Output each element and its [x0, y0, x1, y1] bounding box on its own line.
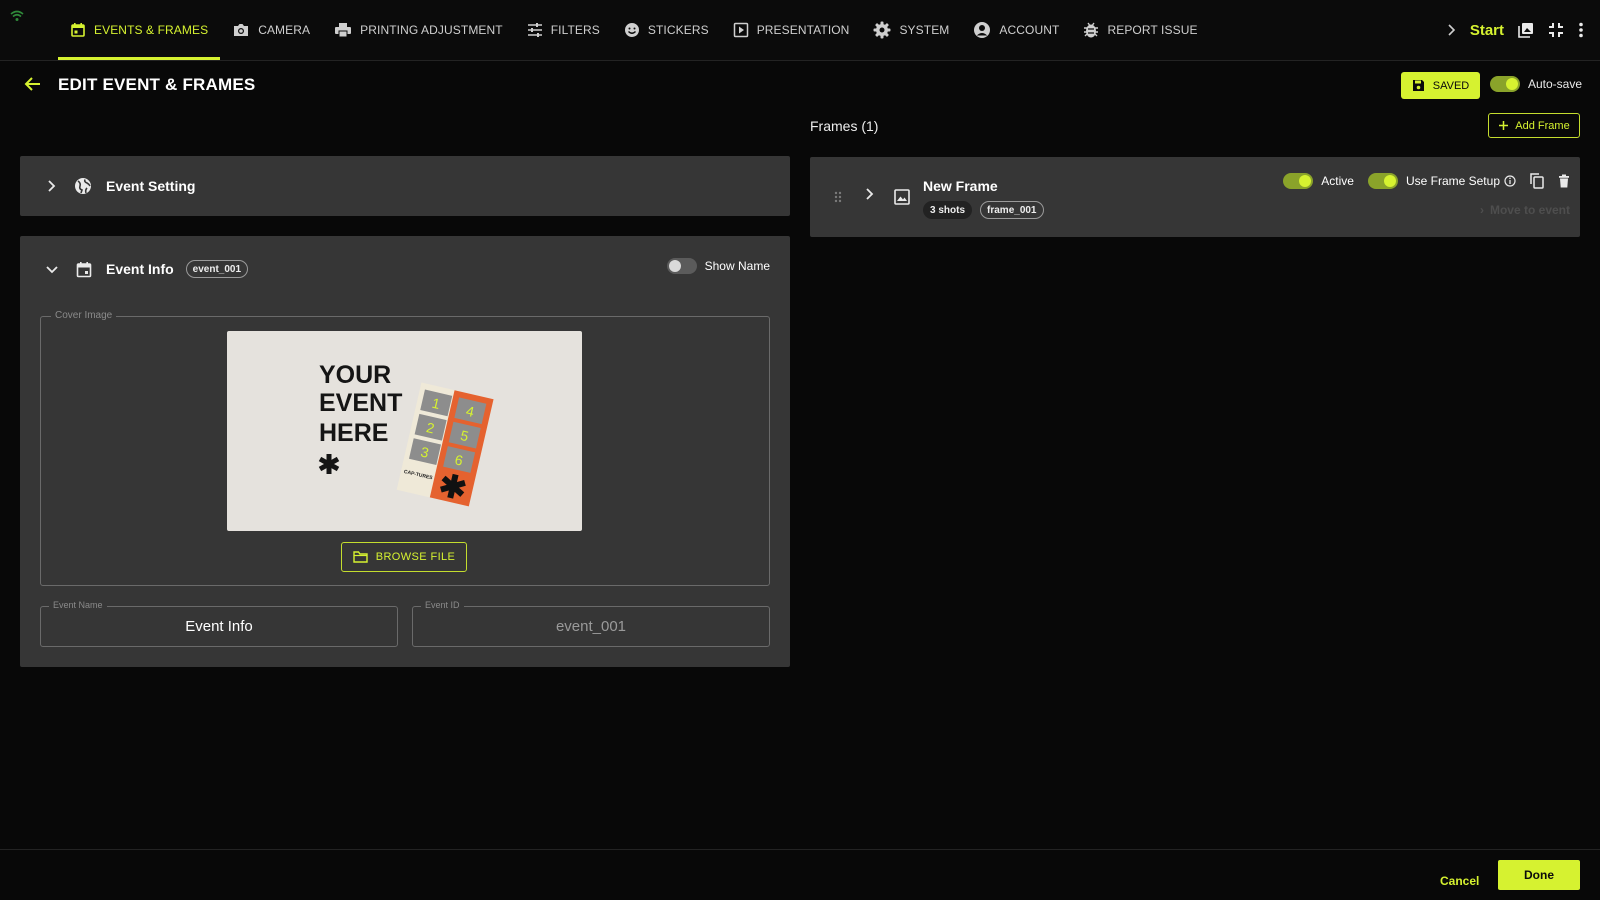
chevron-right-icon[interactable] — [46, 180, 56, 192]
cover-text-line: EVENT — [319, 389, 402, 417]
move-to-event-button[interactable]: › Move to event — [1480, 203, 1570, 217]
browse-file-label: BROWSE FILE — [375, 551, 456, 563]
tab-printing-adjustment[interactable]: PRINTING ADJUSTMENT — [322, 0, 515, 60]
event-info-panel: Event Info event_001 Show Name Cover Ima… — [20, 236, 790, 667]
move-to-event-label: Move to event — [1489, 203, 1570, 217]
sliders-icon — [527, 22, 543, 38]
frame-id-chip: frame_001 — [980, 201, 1044, 219]
saved-button[interactable]: SAVED — [1401, 72, 1480, 99]
tab-label: ACCOUNT — [999, 23, 1060, 37]
tab-label: REPORT ISSUE — [1107, 23, 1198, 37]
toggle-switch[interactable] — [1490, 76, 1520, 92]
camera-icon — [232, 22, 250, 38]
more-vert-icon[interactable] — [1578, 22, 1584, 38]
image-icon — [894, 189, 910, 205]
event-id-label: Event ID — [421, 600, 464, 610]
tab-label: STICKERS — [647, 23, 709, 37]
tab-label: CAMERA — [258, 23, 311, 37]
tab-label: EVENTS & FRAMES — [94, 23, 209, 37]
frame-name: New Frame — [923, 178, 998, 194]
show-name-label: Show Name — [704, 259, 770, 273]
exit-fullscreen-icon[interactable] — [1548, 22, 1564, 38]
tab-label: SYSTEM — [899, 23, 950, 37]
info-icon[interactable] — [1504, 175, 1516, 187]
delete-icon[interactable] — [1558, 174, 1570, 188]
drag-handle-icon[interactable] — [834, 191, 842, 203]
frames-title: Frames (1) — [810, 118, 879, 134]
printer-icon — [334, 22, 352, 38]
page-title: EDIT EVENT & FRAMES — [58, 75, 256, 94]
start-button[interactable]: Start — [1470, 22, 1504, 39]
show-name-toggle[interactable]: Show Name — [666, 258, 770, 274]
add-frame-label: Add Frame — [1515, 119, 1570, 132]
event-id-field[interactable]: Event ID event_001 — [412, 600, 770, 647]
browse-file-button[interactable]: BROWSE FILE — [341, 542, 467, 572]
cover-image-fieldset: Cover Image YOUR EVENT HERE 1 2 3 4 5 6 … — [40, 310, 770, 586]
back-arrow-icon[interactable] — [24, 75, 42, 93]
photo-strip-illustration: 1 2 3 4 5 6 CAP-TURES — [396, 382, 494, 507]
folder-icon — [353, 551, 368, 563]
bottom-action-bar: Cancel Done — [0, 849, 1600, 900]
cover-text-line: YOUR — [319, 361, 391, 389]
done-button[interactable]: Done — [1498, 860, 1580, 890]
shots-chip: 3 shots — [923, 201, 973, 219]
plus-icon — [1498, 120, 1509, 131]
account-icon — [973, 21, 991, 39]
calendar-icon — [76, 261, 92, 278]
event-name-field[interactable]: Event Name Event Info — [40, 600, 398, 647]
tab-label: FILTERS — [550, 23, 600, 37]
gallery-icon[interactable] — [1518, 22, 1534, 38]
tab-label: PRESENTATION — [756, 23, 850, 37]
chevron-right-icon: › — [1479, 203, 1484, 217]
event-setting-label: Event Setting — [106, 178, 196, 194]
add-frame-button[interactable]: Add Frame — [1488, 113, 1580, 138]
autosave-label: Auto-save — [1528, 77, 1583, 91]
tab-report-issue[interactable]: REPORT ISSUE — [1071, 0, 1209, 60]
cover-image-preview: YOUR EVENT HERE 1 2 3 4 5 6 CAP-TURES — [227, 331, 582, 531]
chevron-right-icon[interactable] — [1446, 24, 1456, 36]
calendar-icon — [70, 22, 86, 38]
toggle-switch[interactable] — [666, 258, 697, 274]
chevron-right-icon[interactable] — [864, 188, 874, 200]
event-id-value: event_001 — [555, 618, 627, 635]
event-id-chip: event_001 — [185, 260, 249, 278]
tab-stickers[interactable]: STICKERS — [612, 0, 721, 60]
wifi-icon — [10, 10, 24, 22]
asterisk-icon — [318, 454, 340, 474]
frame-card[interactable]: New Frame 3 shots frame_001 Active Use F… — [810, 157, 1580, 237]
smiley-icon — [624, 22, 640, 38]
event-name-label: Event Name — [49, 600, 107, 610]
cover-text-line: HERE — [319, 419, 388, 447]
use-frame-setup-label: Use Frame Setup — [1405, 174, 1500, 188]
gear-icon — [873, 21, 891, 39]
cover-image-label: Cover Image — [51, 310, 117, 321]
copy-icon[interactable] — [1530, 173, 1544, 189]
event-name-value: Event Info — [185, 618, 253, 635]
tab-events-frames[interactable]: EVENTS & FRAMES — [58, 0, 221, 60]
autosave-toggle[interactable]: Auto-save — [1490, 76, 1582, 92]
event-info-label: Event Info — [106, 261, 174, 277]
chevron-down-icon[interactable] — [46, 264, 58, 274]
cancel-button[interactable]: Cancel — [1440, 874, 1479, 888]
tab-filters[interactable]: FILTERS — [515, 0, 612, 60]
bug-icon — [1083, 21, 1099, 39]
active-toggle[interactable] — [1283, 173, 1314, 189]
globe-icon — [74, 177, 92, 195]
use-frame-setup-toggle[interactable] — [1367, 173, 1398, 189]
tab-camera[interactable]: CAMERA — [220, 0, 322, 60]
top-navigation: EVENTS & FRAMES CAMERA PRINTING ADJUSTME… — [0, 0, 1600, 61]
active-label: Active — [1321, 174, 1354, 188]
tab-system[interactable]: SYSTEM — [861, 0, 961, 60]
tab-label: PRINTING ADJUSTMENT — [360, 23, 503, 37]
event-setting-panel[interactable]: Event Setting — [20, 156, 790, 216]
tab-account[interactable]: ACCOUNT — [961, 0, 1071, 60]
tab-presentation[interactable]: PRESENTATION — [721, 0, 862, 60]
play-icon — [733, 22, 749, 38]
save-icon — [1412, 79, 1425, 92]
saved-label: SAVED — [1432, 79, 1470, 92]
